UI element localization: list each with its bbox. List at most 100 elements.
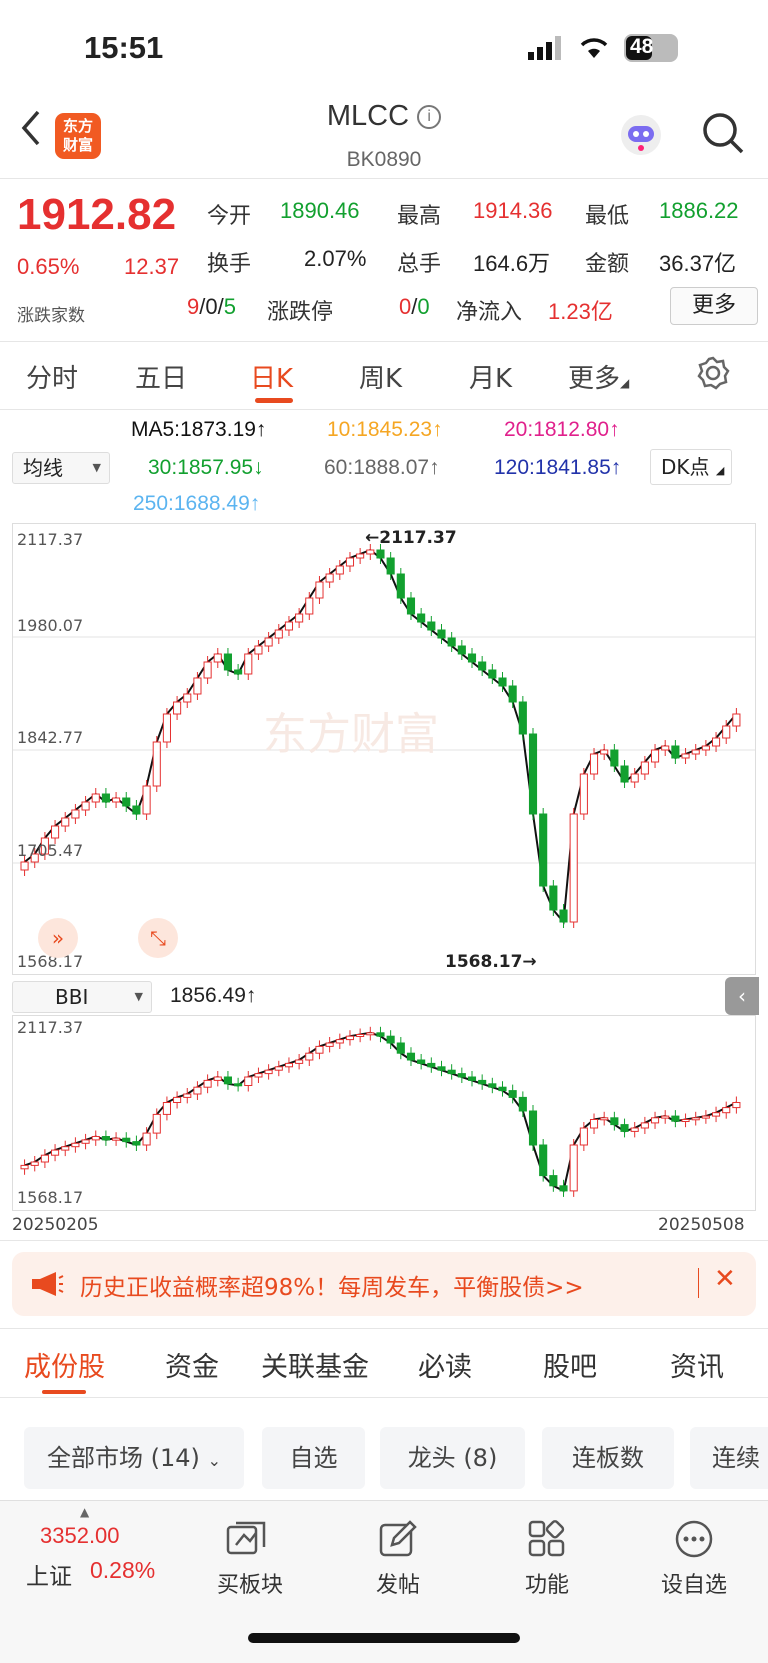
- ma5-value: MA5:1873.19↑: [131, 418, 267, 441]
- candle: [661, 745, 670, 751]
- candle: [610, 1117, 619, 1126]
- search-icon[interactable]: [702, 112, 746, 160]
- chip-all-market[interactable]: 全部市场 (14) ⌄: [24, 1427, 244, 1489]
- bbi-select[interactable]: BBI ▼: [12, 981, 152, 1013]
- index-value[interactable]: 3352.00: [40, 1523, 120, 1549]
- tab-monthly-k[interactable]: 月K: [469, 358, 512, 395]
- min-annotation: 1568.17→: [445, 952, 537, 972]
- low-value: 1886.22: [659, 198, 739, 223]
- candle: [376, 1032, 385, 1037]
- robot-assistant-icon[interactable]: [618, 112, 664, 162]
- tab-related-funds[interactable]: 关联基金: [261, 1345, 369, 1384]
- candle: [152, 1113, 161, 1134]
- max-annotation: ←2117.37: [365, 528, 457, 548]
- dk-point-select[interactable]: DK点 ◢: [650, 449, 732, 485]
- signal-icon: [528, 36, 564, 64]
- functions-label[interactable]: 功能: [487, 1567, 607, 1599]
- candle: [488, 669, 497, 679]
- bbi-chart[interactable]: 2117.37 1568.17: [12, 1015, 756, 1211]
- active-tab-indicator: [255, 398, 293, 403]
- tab-weekly-k[interactable]: 周K: [359, 358, 402, 395]
- expand-arrows-icon[interactable]: »: [38, 918, 78, 958]
- post-icon[interactable]: [378, 1519, 418, 1563]
- tab-intraday[interactable]: 分时: [26, 358, 78, 395]
- date-end: 20250508: [658, 1215, 745, 1235]
- candle: [101, 1136, 110, 1141]
- tab-constituents[interactable]: 成份股: [24, 1345, 105, 1384]
- settings-gear-icon[interactable]: [696, 356, 730, 394]
- candle: [630, 773, 639, 783]
- candle: [193, 1086, 202, 1095]
- tab-forum[interactable]: 股吧: [543, 1345, 597, 1384]
- candle: [183, 693, 192, 703]
- add-watchlist-label[interactable]: 设自选: [634, 1567, 754, 1599]
- candle: [81, 801, 90, 811]
- promo-text: 历史正收益概率超98%！每周发车，平衡股债>>: [80, 1275, 584, 1301]
- candle: [589, 753, 599, 775]
- fullscreen-icon[interactable]: ⤡: [138, 918, 178, 958]
- kline-chart[interactable]: 东方财富 2117.37 1980.07 1842.77 1705.47 156…: [12, 523, 756, 975]
- ma250-value: 250:1688.49↑: [133, 492, 261, 515]
- candle: [234, 1083, 243, 1087]
- candle: [325, 1042, 334, 1047]
- tab-five-day[interactable]: 五日: [135, 358, 187, 395]
- candle: [681, 753, 690, 759]
- chip-all-market-label: 全部市场 (14): [47, 1444, 200, 1472]
- buy-sector-icon[interactable]: [224, 1519, 270, 1563]
- candle: [732, 1102, 741, 1109]
- candle: [650, 1117, 660, 1124]
- battery-level: 48: [630, 35, 654, 58]
- candle: [71, 1142, 80, 1148]
- chip-leaders[interactable]: 龙头 (8): [380, 1427, 525, 1489]
- chip-consecutive[interactable]: 连续: [690, 1427, 768, 1489]
- candle: [203, 1079, 212, 1088]
- candle: [254, 645, 263, 655]
- candle: [528, 733, 538, 815]
- add-watchlist-icon[interactable]: [674, 1519, 714, 1563]
- chip-limit-up-count[interactable]: 连板数: [542, 1427, 674, 1489]
- candle: [254, 1073, 263, 1078]
- close-icon[interactable]: ✕: [714, 1264, 736, 1294]
- tab-daily-k[interactable]: 日K: [250, 358, 293, 395]
- tab-must-read[interactable]: 必读: [418, 1345, 472, 1384]
- candle: [51, 1149, 60, 1156]
- candle: [600, 1117, 609, 1121]
- chart-divider: [0, 1240, 768, 1241]
- tab-funds[interactable]: 资金: [165, 1345, 219, 1384]
- candle: [437, 629, 446, 639]
- ma-select[interactable]: 均线 ▼: [12, 452, 110, 484]
- bottom-tab-indicator: [42, 1390, 86, 1394]
- post-label[interactable]: 发帖: [338, 1567, 458, 1599]
- buy-sector-label[interactable]: 买板块: [190, 1567, 310, 1599]
- candle: [518, 701, 527, 735]
- index-name[interactable]: 上证: [26, 1557, 72, 1591]
- chip-watchlist[interactable]: 自选: [262, 1427, 365, 1489]
- more-quote-button[interactable]: 更多: [670, 287, 758, 325]
- candle: [30, 1161, 39, 1166]
- candle: [691, 749, 700, 755]
- index-pct[interactable]: 0.28%: [90, 1557, 155, 1584]
- limit-down: 0: [417, 294, 430, 319]
- candle: [640, 1122, 649, 1129]
- bbi-svg: [20, 1026, 741, 1197]
- tab-more-label: 更多: [568, 364, 621, 394]
- candle: [579, 1127, 588, 1146]
- tab-more[interactable]: 更多◢: [568, 358, 629, 395]
- adv-decline-label: 涨跌家数: [17, 306, 85, 326]
- candle: [447, 637, 456, 647]
- candle: [406, 597, 416, 615]
- tab-news[interactable]: 资讯: [670, 1345, 724, 1384]
- ma10-value: 10:1845.23↑: [327, 418, 443, 441]
- candle: [610, 749, 619, 767]
- bbi-select-label: BBI: [55, 985, 89, 1009]
- functions-icon[interactable]: [527, 1519, 567, 1563]
- candle: [406, 1052, 416, 1061]
- info-icon[interactable]: i: [417, 105, 442, 130]
- y-label-top: 2117.37: [17, 530, 84, 549]
- collapse-panel-icon[interactable]: ‹: [725, 977, 759, 1015]
- average-line: [24, 1031, 737, 1193]
- netflow-label: 净流入: [456, 300, 523, 325]
- y-label-2: 1980.07: [17, 616, 84, 635]
- candle: [549, 1175, 558, 1187]
- promo-banner[interactable]: 历史正收益概率超98%！每周发车，平衡股债>> ✕: [12, 1252, 756, 1316]
